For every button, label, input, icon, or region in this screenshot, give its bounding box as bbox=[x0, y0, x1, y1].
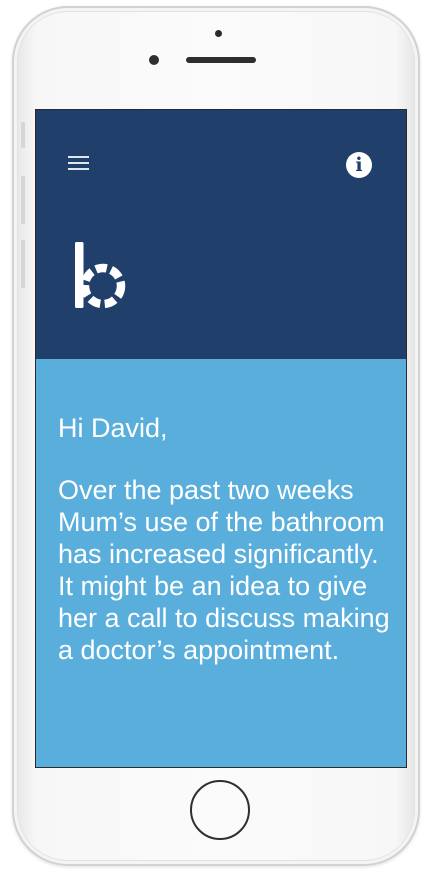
b-logo bbox=[75, 242, 126, 309]
volume-down-button bbox=[21, 240, 25, 288]
app-header: i bbox=[36, 110, 406, 359]
notification-message: Hi David, Over the past two weeks Mum’s … bbox=[58, 412, 398, 666]
hamburger-menu-icon[interactable] bbox=[68, 156, 89, 171]
info-icon[interactable]: i bbox=[346, 152, 372, 178]
app-screen: i Hi David, Over the past two weeks Mum’… bbox=[36, 110, 406, 767]
proximity-sensor bbox=[215, 30, 222, 37]
earpiece-speaker bbox=[186, 57, 256, 63]
volume-up-button bbox=[21, 176, 25, 224]
home-button[interactable] bbox=[190, 780, 250, 840]
front-camera bbox=[149, 55, 159, 65]
message-body-text: Over the past two weeks Mum’s use of the… bbox=[58, 475, 390, 665]
greeting-text: Hi David, bbox=[58, 413, 168, 443]
mute-switch bbox=[21, 122, 25, 148]
